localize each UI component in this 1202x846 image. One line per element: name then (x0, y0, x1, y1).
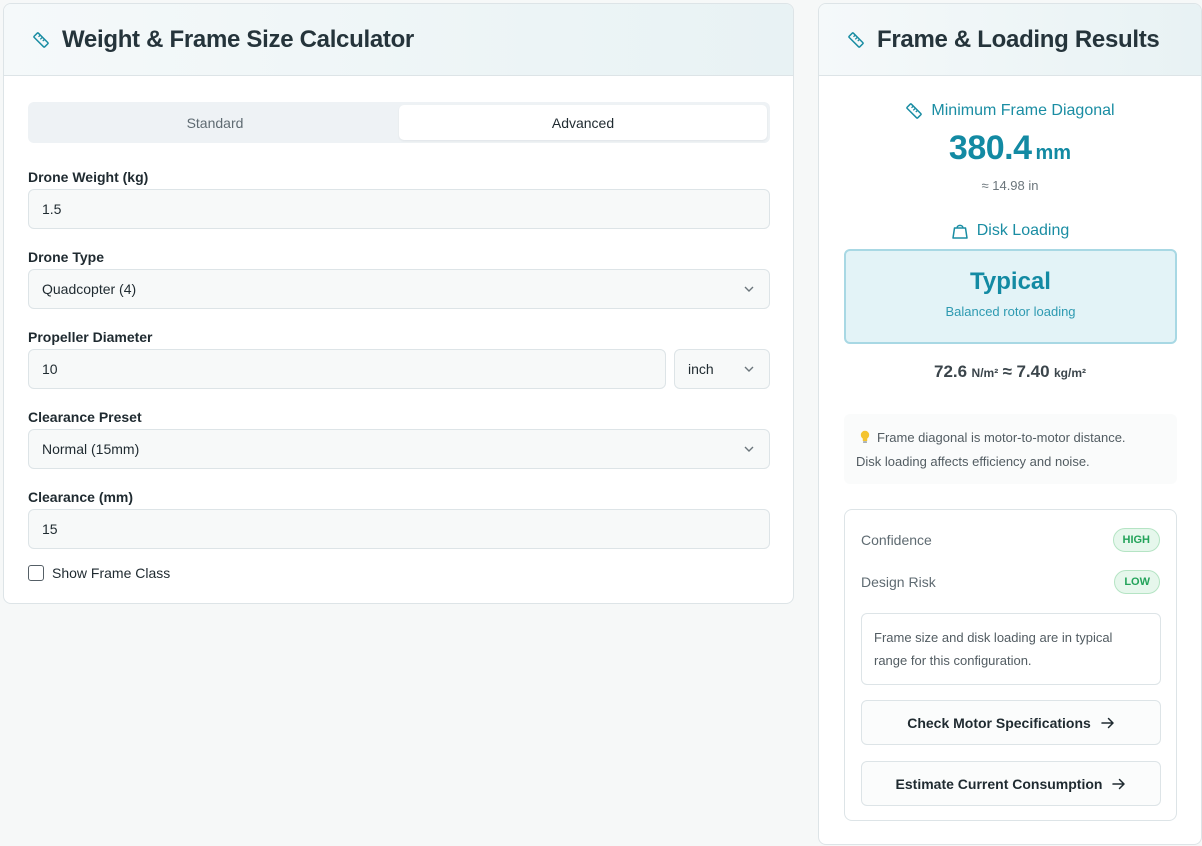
results-title: Frame & Loading Results (877, 25, 1160, 53)
propeller-unit-select[interactable]: inch (674, 349, 770, 389)
show-frame-class-checkbox[interactable] (28, 565, 44, 581)
clearance-preset-value: Normal (15mm) (42, 441, 140, 457)
disk-loading-kg-unit: kg/m² (1054, 366, 1087, 380)
frame-diagonal-label: Minimum Frame Diagonal (931, 102, 1115, 119)
tip-line-2: Disk loading affects efficiency and nois… (856, 454, 1090, 469)
drone-type-value: Quadcopter (4) (42, 281, 137, 297)
weight-label: Drone Weight (kg) (28, 169, 149, 185)
estimate-current-button[interactable]: Estimate Current Consumption (861, 761, 1161, 806)
clearance-preset-label: Clearance Preset (28, 409, 142, 425)
chevron-down-icon (744, 366, 754, 372)
propeller-input[interactable]: 10 (28, 349, 666, 389)
drone-type-select[interactable]: Quadcopter (4) (28, 269, 770, 309)
check-motor-specs-button[interactable]: Check Motor Specifications (861, 700, 1161, 745)
tip-box: Frame diagonal is motor-to-motor distanc… (844, 414, 1177, 484)
clearance-label: Clearance (mm) (28, 489, 134, 505)
show-frame-class-row: Show Frame Class (28, 565, 170, 581)
disk-loading-desc: Balanced rotor loading (945, 304, 1076, 319)
weight-icon (952, 224, 968, 239)
disk-loading-kg-value: 7.40 (1016, 362, 1050, 381)
ruler-icon (32, 31, 50, 49)
disk-loading-values: 72.6 N/m² ≈ 7.40 kg/m² (819, 362, 1201, 382)
disk-loading-label: Disk Loading (976, 222, 1070, 239)
results-panel: Frame & Loading Results Minimum Frame Di… (818, 3, 1202, 845)
check-motor-specs-label: Check Motor Specifications (907, 714, 1091, 731)
drone-type-label: Drone Type (28, 249, 104, 265)
clearance-input[interactable]: 15 (28, 509, 770, 549)
calculator-title: Weight & Frame Size Calculator (62, 25, 414, 53)
confidence-badge: HIGH (1112, 528, 1160, 552)
design-risk-row: Design Risk LOW (861, 570, 1160, 594)
confidence-label: Confidence (861, 532, 932, 548)
tab-standard[interactable]: Standard (31, 105, 399, 140)
confidence-row: Confidence HIGH (861, 528, 1160, 552)
disk-loading-n-value: 72.6 (933, 362, 968, 381)
chevron-down-icon (744, 446, 754, 452)
arrow-right-icon (1112, 778, 1126, 789)
disk-loading-approx-sep: ≈ (1002, 362, 1012, 381)
disk-loading-n-unit: N/m² (971, 366, 999, 380)
mode-tabs: Standard Advanced (28, 102, 770, 143)
estimate-current-label: Estimate Current Consumption (895, 775, 1103, 792)
chevron-down-icon (744, 286, 754, 292)
disk-loading-class: Typical (970, 268, 1051, 295)
frame-diagonal-unit: mm (1035, 142, 1072, 164)
frame-diagonal-inches: ≈ 14.98 in (981, 178, 1039, 193)
frame-diagonal-value: 380.4 mm (819, 129, 1201, 168)
ruler-icon (906, 103, 923, 119)
frame-diagonal-heading: Minimum Frame Diagonal (819, 102, 1201, 120)
tab-advanced[interactable]: Advanced (399, 105, 767, 140)
arrow-right-icon (1101, 717, 1114, 728)
lightbulb-icon (860, 430, 870, 443)
weight-input[interactable]: 1.5 (28, 189, 770, 229)
clearance-preset-select[interactable]: Normal (15mm) (28, 429, 770, 469)
show-frame-class-label: Show Frame Class (52, 565, 171, 581)
assessment-card: Confidence HIGH Design Risk LOW Frame si… (844, 509, 1177, 821)
calculator-panel: Weight & Frame Size Calculator Standard … (3, 3, 794, 604)
results-header: Frame & Loading Results (819, 4, 1201, 76)
propeller-label: Propeller Diameter (28, 329, 153, 345)
disk-loading-class-box: Typical Balanced rotor loading (844, 249, 1177, 344)
propeller-unit-value: inch (688, 361, 714, 377)
tip-line-1: Frame diagonal is motor-to-motor distanc… (877, 430, 1126, 445)
design-risk-badge: LOW (1114, 570, 1160, 594)
assessment-note: Frame size and disk loading are in typic… (861, 613, 1161, 685)
design-risk-label: Design Risk (861, 574, 936, 590)
ruler-icon (847, 31, 865, 49)
disk-loading-heading: Disk Loading (819, 222, 1201, 240)
calculator-header: Weight & Frame Size Calculator (4, 4, 793, 76)
frame-diagonal-number: 380.4 (948, 129, 1032, 167)
